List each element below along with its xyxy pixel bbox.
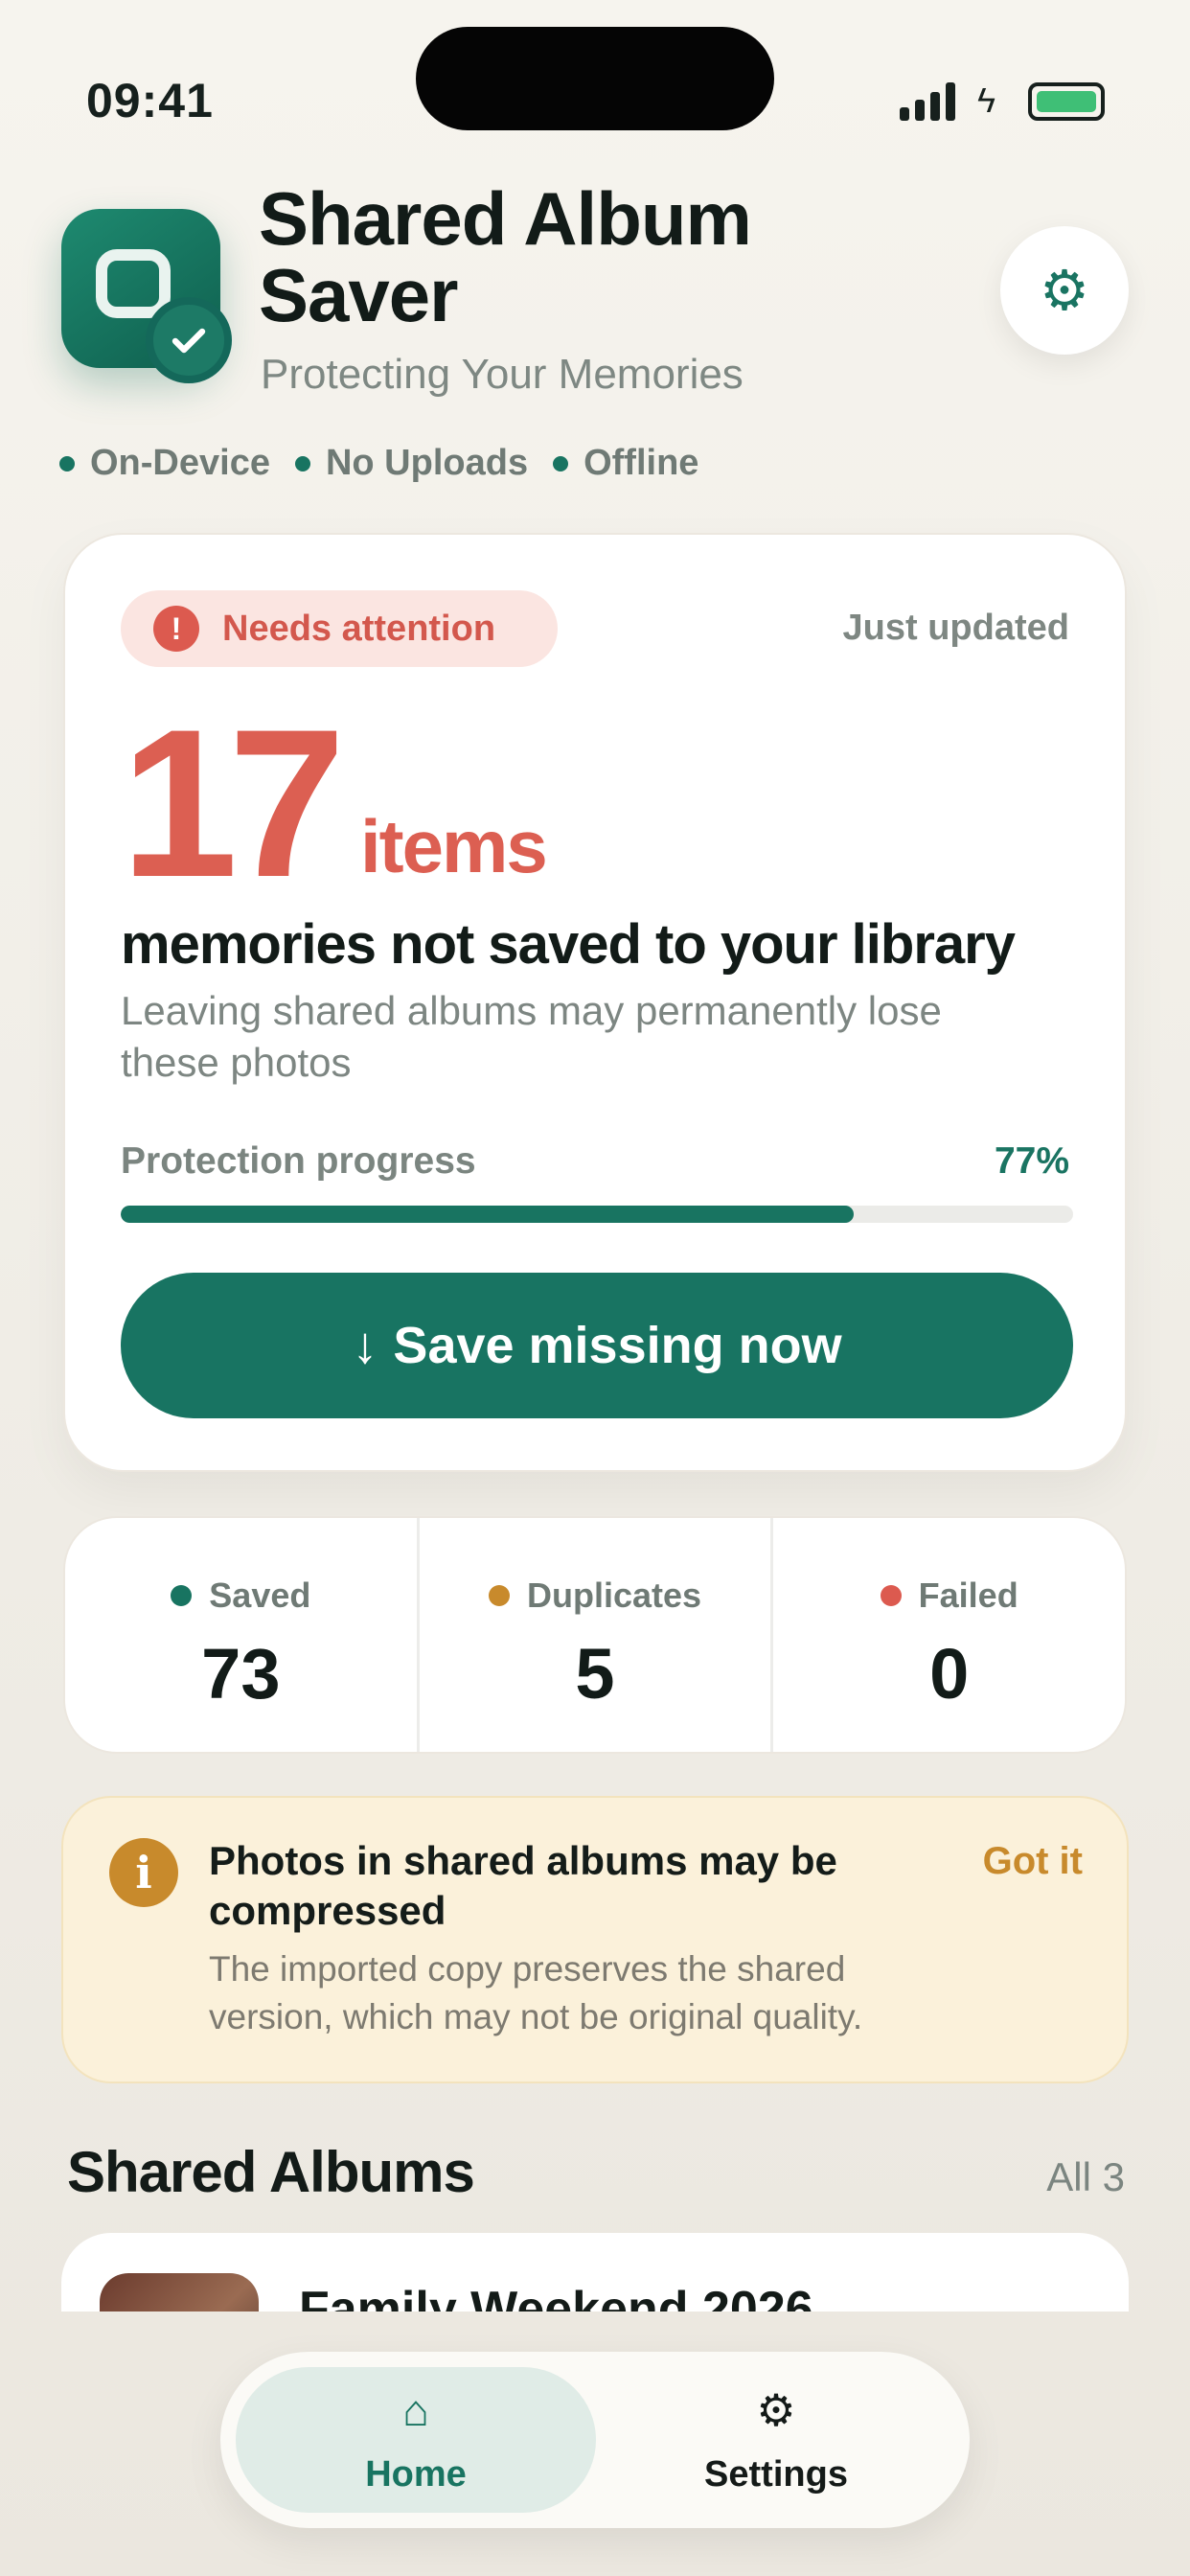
charging-icon: ϟ: [977, 80, 996, 120]
checkmark-icon: [146, 297, 232, 383]
count-unit: items: [360, 804, 548, 888]
home-icon: ⌂: [402, 2384, 429, 2435]
signal-icon: [900, 82, 955, 121]
info-icon: i: [109, 1838, 178, 1907]
chip-no-uploads: No Uploads: [294, 443, 529, 484]
stat-saved: Saved 73: [65, 1518, 420, 1752]
all-albums-link[interactable]: All 3: [1046, 2154, 1125, 2200]
progress-fill: [121, 1206, 855, 1223]
notice-title: Photos in shared albums may be compresse…: [209, 1838, 837, 1933]
status-badge: ! Needs attention: [121, 590, 558, 667]
chip-on-device: On-Device: [59, 443, 270, 484]
stat-value: 0: [929, 1634, 970, 1714]
status-time: 09:41: [86, 74, 214, 127]
summary-card: ! Needs attention Just updated 17 items …: [63, 533, 1127, 1472]
alert-icon: !: [153, 606, 199, 652]
album-item[interactable]: Family Weekend 2026: [61, 2233, 1129, 2312]
stat-label: Failed: [918, 1576, 1018, 1615]
album-list: Family Weekend 2026: [0, 2233, 1190, 2312]
unsaved-count: 17: [121, 685, 346, 921]
progress-bar: [121, 1206, 1073, 1223]
summary-description: Leaving shared albums may permanently lo…: [121, 988, 942, 1085]
stat-label: Saved: [209, 1576, 311, 1615]
stat-value: 5: [575, 1634, 615, 1714]
status-dot: [488, 1585, 510, 1606]
chip-label: No Uploads: [325, 443, 529, 483]
stat-label: Duplicates: [526, 1576, 702, 1615]
tab-label: Home: [365, 2453, 467, 2495]
chip-offline: Offline: [553, 443, 698, 484]
compression-notice: i Photos in shared albums may be compres…: [61, 1796, 1129, 2083]
save-missing-label: Save missing now: [393, 1317, 842, 1374]
tab-home[interactable]: ⌂ Home: [236, 2367, 596, 2513]
tab-label: Settings: [704, 2453, 848, 2495]
stat-value: 73: [201, 1634, 281, 1714]
status-dot: [171, 1585, 193, 1606]
dynamic-island: [416, 27, 774, 130]
summary-heading: memories not saved to your library: [121, 913, 1016, 976]
chip-label: Offline: [584, 443, 699, 483]
settings-button[interactable]: ⚙: [1000, 226, 1129, 355]
progress-label: Protection progress: [121, 1140, 476, 1182]
album-thumbnail: [100, 2273, 259, 2312]
save-missing-button[interactable]: ↓ Save missing now: [121, 1273, 1073, 1418]
progress-percent: 77%: [994, 1140, 1069, 1182]
updated-text: Just updated: [842, 608, 1069, 648]
section-title: Shared Albums: [67, 2140, 475, 2204]
chip-label: On-Device: [90, 443, 270, 483]
tab-settings[interactable]: ⚙ Settings: [596, 2367, 956, 2513]
gear-icon: ⚙: [756, 2384, 796, 2435]
got-it-button[interactable]: Got it: [983, 1840, 1083, 1883]
gear-icon: ⚙: [1040, 260, 1089, 322]
status-dot: [880, 1585, 902, 1606]
stat-duplicates: Duplicates 5: [420, 1518, 774, 1752]
feature-chips: On-Device No Uploads Offline: [59, 443, 698, 484]
battery-icon: [1028, 82, 1105, 121]
tab-bar: ⌂ Home ⚙ Settings: [220, 2352, 970, 2528]
stat-failed: Failed 0: [773, 1518, 1125, 1752]
status-badge-label: Needs attention: [222, 608, 496, 649]
app-title: Shared Album Saver: [259, 176, 752, 337]
stats-card: Saved 73 Duplicates 5 Failed 0: [63, 1516, 1127, 1754]
notice-body: The imported copy preserves the shared v…: [209, 1949, 863, 2036]
album-name: Family Weekend 2026: [299, 2282, 813, 2312]
app-subtitle: Protecting Your Memories: [261, 351, 744, 398]
arrow-down-icon: ↓: [352, 1317, 378, 1374]
